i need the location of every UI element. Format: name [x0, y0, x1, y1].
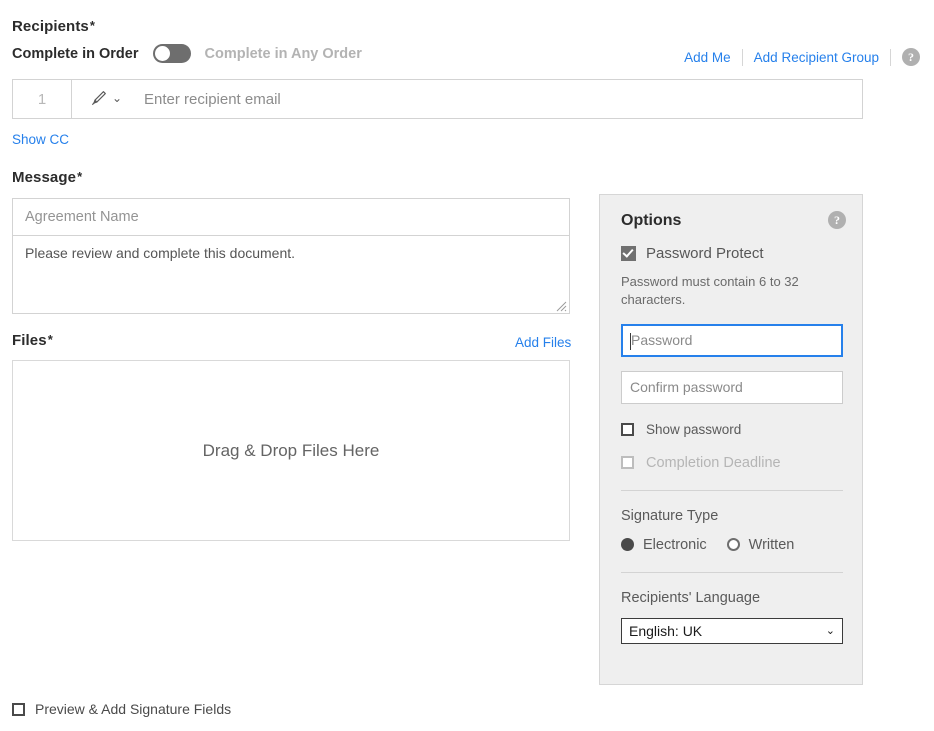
recipients-heading: Recipients* [12, 18, 95, 35]
help-icon[interactable]: ? [902, 48, 920, 66]
radio-selected-icon [621, 538, 634, 552]
password-protect-label: Password Protect [646, 245, 764, 262]
message-body-text: Please review and complete this document… [25, 245, 296, 261]
recipients-language-select[interactable]: English: UK ⌄ [621, 617, 843, 644]
action-divider [741, 48, 743, 66]
add-files-link[interactable]: Add Files [515, 335, 571, 350]
completion-deadline-checkbox: Completion Deadline [621, 455, 841, 471]
preview-checkbox-label: Preview & Add Signature Fields [35, 701, 232, 717]
agreement-name-input[interactable]: Agreement Name [12, 198, 570, 236]
files-heading: Files* [12, 332, 53, 349]
toggle-knob [154, 46, 170, 61]
add-me-link[interactable]: Add Me [684, 50, 731, 65]
chevron-down-icon: ⌄ [111, 91, 123, 106]
written-label: Written [748, 536, 795, 553]
signature-pen-icon [91, 91, 106, 106]
show-password-checkbox[interactable]: Show password [621, 422, 841, 437]
recipient-email-input[interactable]: Enter recipient email [138, 80, 862, 118]
options-panel: Options ? Password Protect Password must… [599, 194, 863, 685]
message-required-mark: * [77, 169, 83, 184]
completion-deadline-label: Completion Deadline [646, 454, 781, 471]
signature-type-written-radio[interactable]: Written [726, 536, 795, 553]
signature-type-title: Signature Type [621, 507, 719, 524]
confirm-password-input[interactable]: Confirm password [621, 370, 843, 404]
send-agreement-page: Recipients* Complete in Order Complete i… [0, 0, 934, 731]
file-dropzone[interactable]: Drag & Drop Files Here [12, 360, 570, 541]
message-heading: Message* [12, 169, 82, 186]
message-textarea[interactable]: Please review and complete this document… [12, 236, 570, 314]
complete-order-toggle[interactable] [152, 44, 191, 63]
password-protect-checkbox[interactable]: Password Protect [621, 245, 841, 262]
password-placeholder: Password [631, 332, 693, 349]
checkbox-box-icon [621, 456, 634, 470]
radio-unselected-icon [726, 538, 740, 552]
options-title: Options [621, 212, 682, 229]
checkbox-checked-icon [621, 246, 636, 261]
divider [621, 489, 843, 491]
recipients-required-mark: * [89, 18, 96, 33]
complete-order-row: Complete in Order Complete in Any Order [12, 44, 362, 63]
show-cc-link[interactable]: Show CC [12, 132, 69, 147]
recipients-language-title: Recipients' Language [621, 589, 761, 606]
password-input[interactable]: Password [621, 323, 843, 357]
recipient-input-row: 1 ⌄ Enter recipient email [12, 79, 863, 119]
preview-add-signature-fields-checkbox[interactable]: Preview & Add Signature Fields [12, 701, 231, 717]
complete-in-any-order-label: Complete in Any Order [204, 45, 362, 62]
electronic-label: Electronic [643, 536, 707, 553]
recipient-role-selector[interactable]: ⌄ [72, 80, 138, 118]
dropzone-text: Drag & Drop Files Here [202, 440, 380, 460]
signature-type-electronic-radio[interactable]: Electronic [621, 537, 707, 553]
recipients-heading-text: Recipients [12, 18, 89, 35]
recipient-index: 1 [13, 80, 72, 118]
action-divider [890, 48, 891, 66]
add-recipient-group-link[interactable]: Add Recipient Group [754, 50, 879, 65]
show-password-label: Show password [646, 421, 742, 437]
checkbox-box-icon [621, 422, 634, 436]
checkbox-box-icon [12, 702, 25, 716]
signature-type-radio-group: Electronic Written [621, 537, 841, 553]
options-help-icon[interactable]: ? [828, 211, 846, 229]
complete-in-order-label: Complete in Order [12, 45, 139, 62]
confirm-password-placeholder: Confirm password [630, 379, 743, 396]
files-required-mark: * [47, 332, 53, 347]
password-hint-text: Password must contain 6 to 32 characters… [621, 274, 799, 308]
resize-grip-icon[interactable] [554, 299, 567, 312]
recipients-language-value: English: UK [629, 622, 703, 639]
chevron-down-icon: ⌄ [825, 625, 835, 638]
message-heading-text: Message [12, 169, 77, 186]
text-caret [630, 332, 631, 350]
divider [621, 571, 843, 573]
recipient-actions: Add Me Add Recipient Group ? [684, 48, 920, 66]
files-heading-text: Files [12, 332, 47, 349]
